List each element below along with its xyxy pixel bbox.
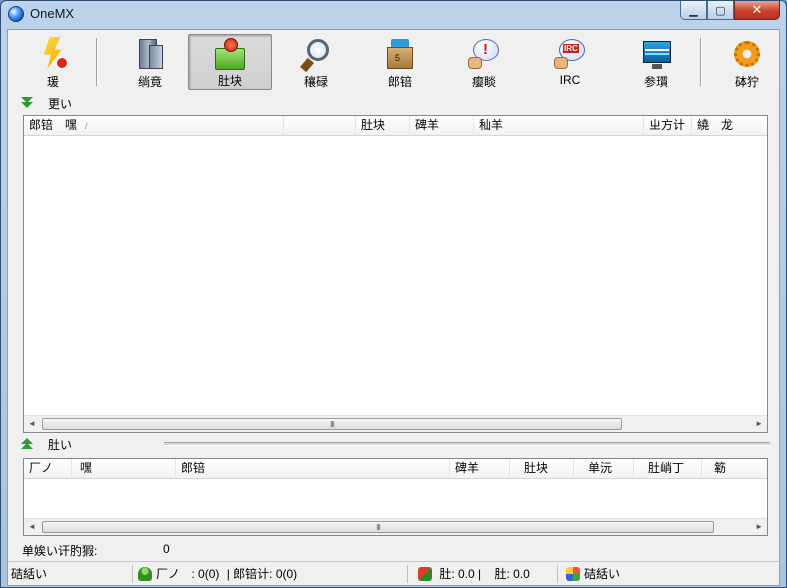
collapse-arrow-icon[interactable]	[20, 97, 34, 109]
maximize-button[interactable]: ▢	[707, 1, 734, 20]
downloads-list[interactable]: 郎锫 嘿 / 肚块 碑羊 秈羊 ㄓ方计 繞 龙 ◄ III ►	[23, 115, 768, 433]
col-name[interactable]: 嘿	[72, 459, 176, 479]
toolbar-stats-button[interactable]: 参瓆	[626, 34, 686, 90]
toolbar-server-label: 绱竟	[137, 75, 162, 89]
queue-summary-value: 0	[163, 542, 170, 556]
status-connection: 硈絬い	[11, 565, 133, 583]
toolbar-search-button[interactable]: 穰碌	[286, 34, 346, 90]
col-speed[interactable]: 秈羊	[474, 116, 644, 136]
col-filename[interactable]: 郎锫 嘿 /	[24, 116, 284, 136]
network-icon	[566, 567, 580, 581]
scroll-right-icon[interactable]: ►	[755, 522, 763, 531]
col-status[interactable]: 簕	[702, 459, 767, 479]
toolbar-settings-button[interactable]: 砵狞	[718, 34, 776, 90]
gear-icon	[730, 37, 764, 71]
toolbar-library-button[interactable]: 5 郎锫	[370, 34, 430, 90]
chat-bubble-icon: !	[467, 37, 501, 71]
toolbar-separator	[700, 38, 702, 86]
toolbar-server-button[interactable]: 绱竟	[120, 34, 180, 90]
toolbar-search-label: 穰碌	[303, 75, 328, 89]
close-button[interactable]: ✕	[734, 1, 780, 20]
downloads-list-header: 郎锫 嘿 / 肚块 碑羊 秈羊 ㄓ方计 繞 龙	[24, 116, 767, 136]
toolbar-chat-button[interactable]: ! 瘿睒	[454, 34, 514, 90]
package-icon: 5	[383, 37, 417, 71]
downloads-title: 更い	[48, 96, 73, 111]
lightning-icon	[36, 37, 70, 71]
toolbar-stats-label: 参瓆	[643, 75, 668, 89]
downloads-scroll-thumb[interactable]: III	[42, 418, 622, 430]
toolbar-connect-button[interactable]: 瑗	[24, 34, 82, 90]
irc-icon: IRC	[553, 37, 587, 71]
expand-arrow-icon[interactable]	[20, 438, 34, 450]
server-icon	[133, 37, 167, 71]
toolbar-transfer-label: 肚块	[217, 74, 242, 88]
col-file[interactable]: 郎锫	[176, 459, 450, 479]
scroll-left-icon[interactable]: ◄	[28, 419, 36, 428]
uploads-header[interactable]: 肚い	[20, 435, 72, 453]
uploads-list[interactable]: 厂ノ 嘿 郎锫 碑羊 肚块 单沅 肚峭丁 簕 ◄ III ►	[23, 458, 768, 536]
minimize-button[interactable]: ▁	[680, 1, 707, 20]
queue-summary: 单娭い讦肑猳: 0	[22, 542, 772, 558]
main-toolbar: 瑗 绱竟 肚块 穰碌 5 郎锫 ! 瘿睒 IRC IRC 参瓆 砵狞	[10, 32, 777, 92]
toolbar-library-label: 郎锫	[387, 75, 412, 89]
transfer-arrows-icon	[418, 567, 432, 581]
uploads-title: 肚い	[48, 437, 73, 452]
col-transfer[interactable]: 肚块	[356, 116, 410, 136]
window-controls: ▁ ▢ ✕	[680, 1, 780, 21]
uploads-list-header: 厂ノ 嘿 郎锫 碑羊 肚块 单沅 肚峭丁 簕	[24, 459, 767, 479]
col-time[interactable]: 肚峭丁	[634, 459, 702, 479]
status-users: 厂ノ : 0(0) | 郎锫计: 0(0)	[138, 565, 408, 583]
section-splitter[interactable]	[164, 442, 770, 446]
toolbar-chat-label: 瘿睒	[471, 75, 496, 89]
col-speed[interactable]: 单沅	[574, 459, 634, 479]
toolbar-settings-label: 砵狞	[734, 75, 759, 89]
users-icon	[138, 567, 152, 581]
app-window: OneMX ▁ ▢ ✕ 瑗 绱竟 肚块 穰碌 5 郎锫 ! 瘿睒 IRC IRC…	[0, 0, 787, 588]
client-area: 瑗 绱竟 肚块 穰碌 5 郎锫 ! 瘿睒 IRC IRC 参瓆 砵狞 更い 郎锫…	[7, 29, 780, 586]
uploads-hscrollbar[interactable]: ◄ III ►	[24, 518, 767, 535]
scroll-left-icon[interactable]: ◄	[28, 522, 36, 531]
queue-summary-label: 单娭い讦肑猳:	[22, 544, 98, 558]
app-globe-icon	[8, 6, 24, 22]
status-network: 硈絬い	[566, 565, 776, 583]
toolbar-irc-label: IRC	[559, 73, 581, 87]
window-title: OneMX	[30, 6, 75, 21]
toolbar-irc-button[interactable]: IRC IRC	[540, 34, 600, 90]
uploads-scroll-thumb[interactable]: III	[42, 521, 714, 533]
sort-indicator-icon: /	[85, 121, 88, 131]
toolbar-connect-label: 瑗	[46, 75, 59, 89]
scroll-right-icon[interactable]: ►	[755, 419, 763, 428]
downloads-hscrollbar[interactable]: ◄ III ►	[24, 415, 767, 432]
monitor-icon	[639, 37, 673, 71]
toolbar-separator	[96, 38, 98, 86]
downloads-header[interactable]: 更い	[20, 94, 72, 112]
folder-transfer-icon	[213, 38, 247, 70]
col-sources[interactable]: ㄓ方计	[644, 116, 692, 136]
col-status[interactable]: 繞 龙	[692, 116, 767, 136]
title-bar[interactable]: OneMX ▁ ▢ ✕	[1, 1, 786, 25]
col-size[interactable]: 碑羊	[450, 459, 510, 479]
status-bar: 硈絬い 厂ノ : 0(0) | 郎锫计: 0(0) 肚: 0.0 | 肚: 0.…	[8, 561, 779, 585]
col-size[interactable]: 碑羊	[410, 116, 474, 136]
col-transfer[interactable]: 肚块	[510, 459, 574, 479]
col-blank[interactable]	[284, 116, 356, 136]
toolbar-transfer-button[interactable]: 肚块	[188, 34, 272, 90]
magnifier-icon	[299, 37, 333, 73]
status-transfer-rates: 肚: 0.0 | 肚: 0.0	[418, 565, 558, 583]
col-user[interactable]: 厂ノ	[24, 459, 72, 479]
